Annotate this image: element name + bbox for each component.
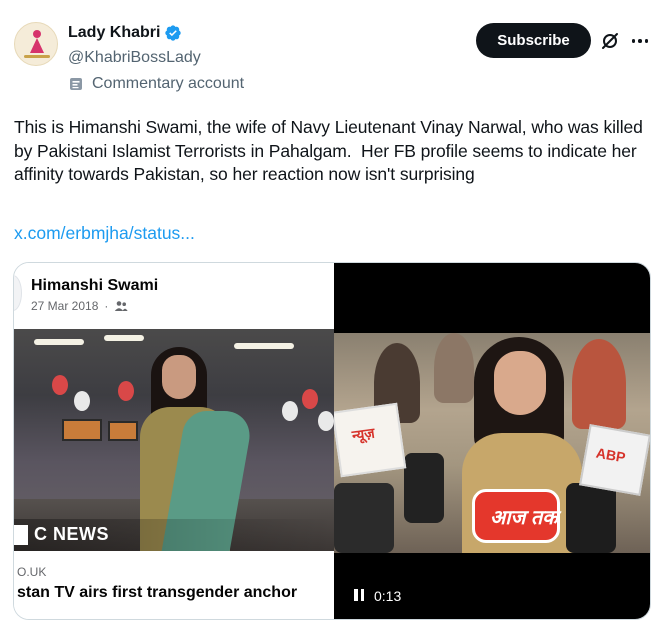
avatar-logo-bar bbox=[24, 55, 50, 58]
fb-post-date: 27 Mar 2018 bbox=[31, 299, 99, 313]
fb-profile-name: Himanshi Swami bbox=[31, 277, 159, 294]
tweet-link[interactable]: x.com/erbmjha/status... bbox=[14, 223, 195, 244]
subscribe-button[interactable]: Subscribe bbox=[476, 23, 591, 58]
news-anchor-photo: C NEWS bbox=[14, 329, 334, 551]
mic-box-left-logo: न्यूज़ bbox=[350, 424, 376, 444]
tweet-media[interactable]: Himanshi Swami 27 Mar 2018 · C NEWS O.UK… bbox=[13, 262, 651, 620]
commentary-label-icon bbox=[70, 78, 82, 90]
fb-avatar bbox=[14, 275, 22, 311]
mic-channel-logo: आज तक bbox=[490, 507, 558, 529]
more-icon[interactable] bbox=[630, 31, 650, 51]
author-name-row: Lady Khabri bbox=[68, 24, 182, 42]
pause-icon[interactable] bbox=[354, 589, 366, 603]
video-frame: न्यूज़ ABP आज तक bbox=[334, 333, 650, 553]
verified-badge-icon[interactable] bbox=[164, 24, 182, 42]
avatar-logo-dress bbox=[30, 38, 44, 53]
fb-date-row: 27 Mar 2018 · bbox=[31, 299, 128, 313]
video-timestamp: 0:13 bbox=[374, 588, 402, 604]
author-display-name[interactable]: Lady Khabri bbox=[68, 24, 160, 42]
account-label-text[interactable]: Commentary account bbox=[92, 75, 244, 93]
author-avatar[interactable] bbox=[14, 22, 58, 66]
link-card-domain: O.UK bbox=[17, 565, 47, 579]
news-channel-logo: C NEWS bbox=[34, 524, 109, 544]
friends-icon bbox=[115, 301, 128, 311]
facebook-screenshot-image[interactable]: Himanshi Swami 27 Mar 2018 · C NEWS O.UK… bbox=[14, 263, 334, 619]
author-handle[interactable]: @KhabriBossLady bbox=[68, 49, 201, 67]
avatar-logo-head bbox=[33, 30, 41, 38]
link-card-title: stan TV airs first transgender anchor bbox=[17, 584, 298, 601]
video-player[interactable]: न्यूज़ ABP आज तक 0:13 bbox=[334, 263, 650, 619]
tweet-text: This is Himanshi Swami, the wife of Navy… bbox=[14, 117, 648, 184]
slashed-circle-icon[interactable] bbox=[600, 31, 620, 51]
account-label-row: Commentary account bbox=[68, 75, 244, 93]
news-logo-block bbox=[14, 525, 28, 545]
